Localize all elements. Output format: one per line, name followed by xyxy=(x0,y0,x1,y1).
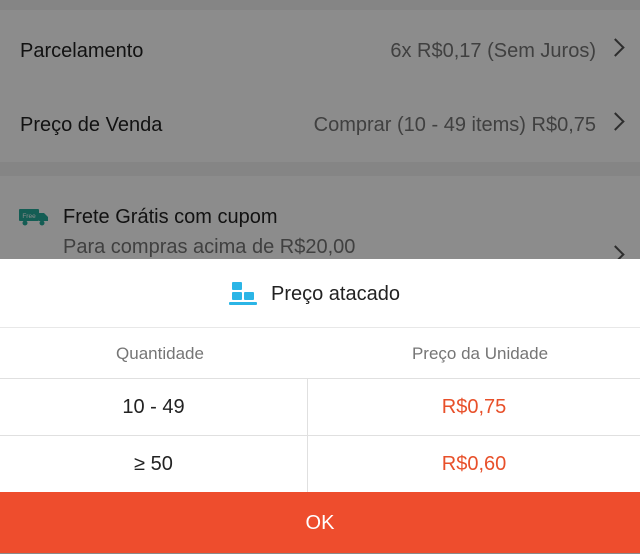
sheet-title: Preço atacado xyxy=(271,283,400,305)
table-row: ≥ 50 R$0,60 xyxy=(0,436,640,492)
row-quantity: ≥ 50 xyxy=(134,453,173,475)
sheet-header: Preço atacado xyxy=(0,259,640,328)
wholesale-boxes-icon xyxy=(229,282,257,305)
ok-button[interactable]: OK xyxy=(0,492,640,553)
row-quantity: 10 - 49 xyxy=(122,396,185,418)
table-row: 10 - 49 R$0,75 xyxy=(0,379,640,436)
table-header: Quantidade Preço da Unidade xyxy=(0,328,640,379)
row-price: R$0,60 xyxy=(441,453,507,475)
column-header-quantity: Quantidade xyxy=(116,344,204,363)
row-price: R$0,75 xyxy=(441,396,507,418)
wholesale-price-sheet: Preço atacado Quantidade Preço da Unidad… xyxy=(0,259,640,553)
column-header-unit-price: Preço da Unidade xyxy=(411,344,549,363)
